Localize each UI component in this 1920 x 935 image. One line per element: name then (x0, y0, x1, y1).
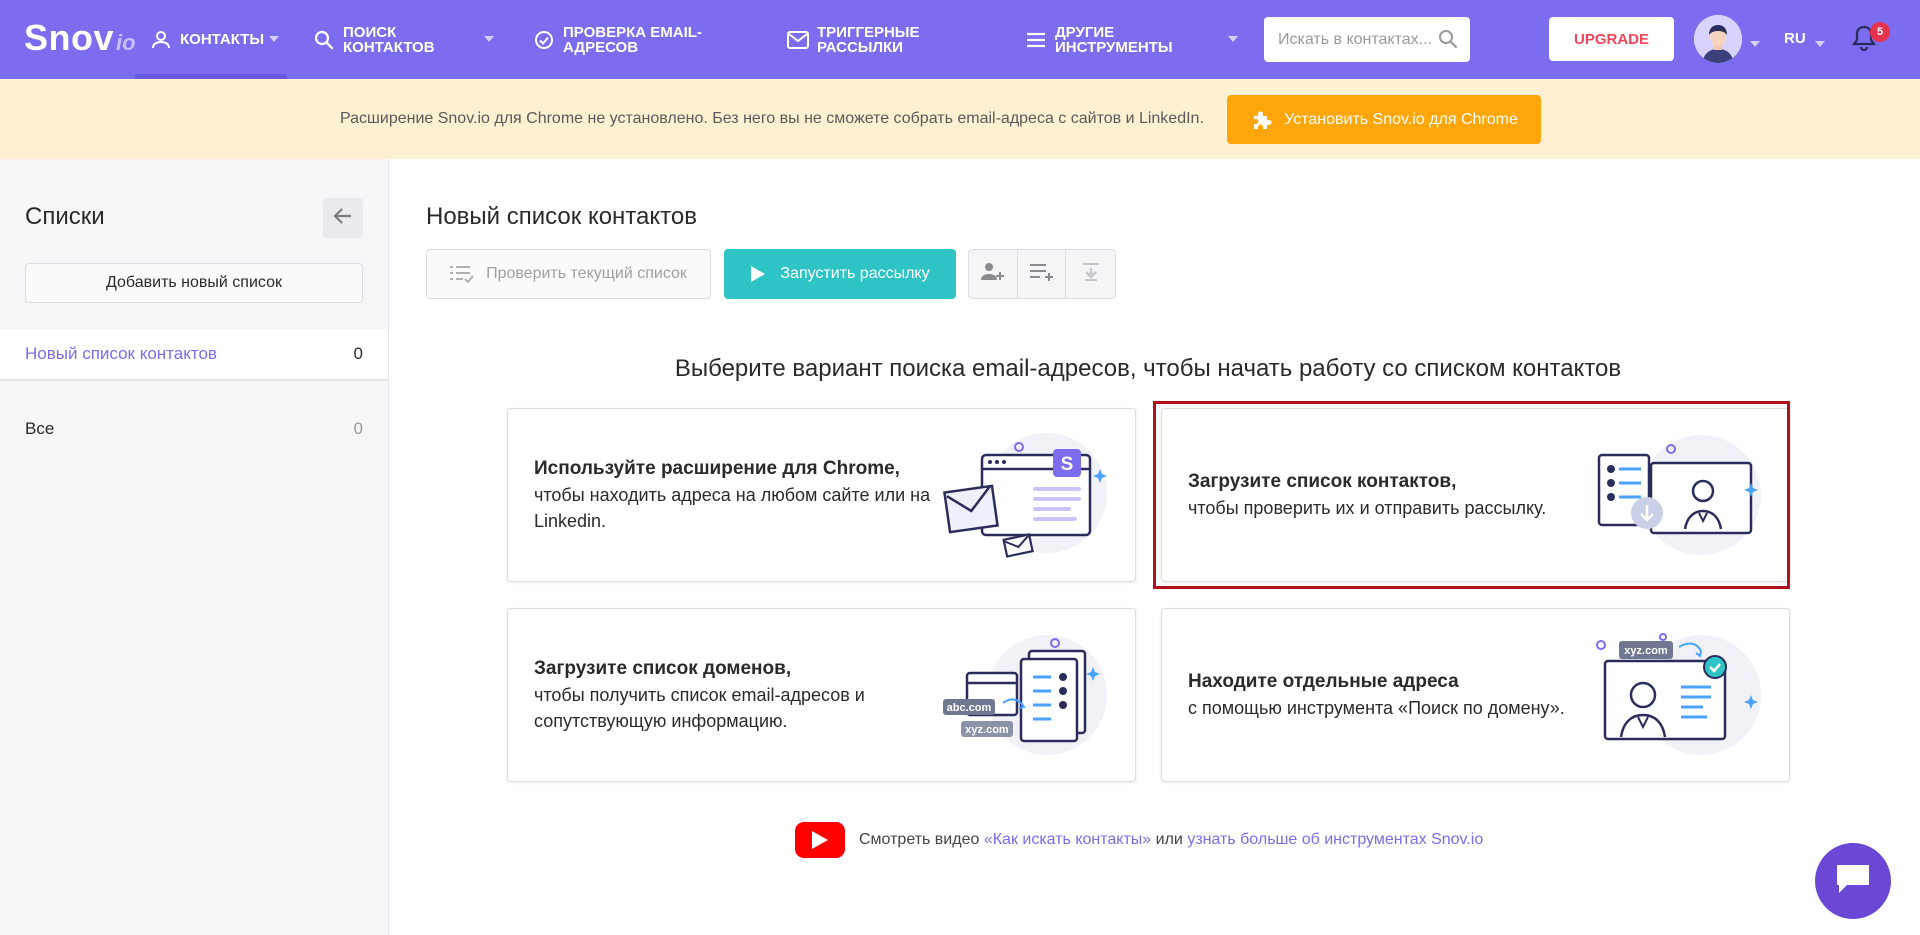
youtube-icon[interactable] (795, 822, 845, 858)
chevron-down-icon[interactable] (1815, 34, 1825, 52)
chrome-extension-illustration: S (937, 433, 1107, 559)
svg-text:xyz.com: xyz.com (1624, 645, 1668, 657)
user-plus-icon (980, 262, 1005, 287)
collapse-sidebar-button[interactable] (323, 198, 363, 238)
lists-sidebar: Списки Добавить новый список Новый списо… (0, 159, 389, 935)
card-upload-contacts[interactable]: Загрузите список контактов, чтобы провер… (1161, 408, 1790, 582)
puzzle-icon (1250, 108, 1274, 132)
list-count: 0 (353, 419, 363, 438)
notification-badge: 5 (1870, 22, 1890, 42)
language-selector[interactable]: RU (1784, 30, 1806, 47)
list-check-icon (450, 265, 474, 283)
domain-search-illustration: xyz.com (1591, 633, 1761, 759)
card-domain-search[interactable]: Находите отдельные адреса с помощью инст… (1161, 608, 1790, 782)
video-help-row: Смотреть видео «Как искать контакты» или… (795, 822, 1483, 858)
chat-widget-button[interactable] (1815, 843, 1891, 919)
upgrade-button[interactable]: UPGRADE (1549, 17, 1674, 61)
list-actions-group (968, 249, 1116, 299)
upload-contacts-illustration (1591, 433, 1761, 559)
top-navbar: Snov io КОНТАКТЫ ПОИСК КОНТАКТОВ ПРОВЕРКА… (0, 0, 1920, 79)
contacts-search-input[interactable] (1278, 30, 1438, 49)
svg-text:xyz.com: xyz.com (965, 724, 1009, 736)
nav-drip-campaigns[interactable]: ТРИГГЕРНЫЕ РАССЫЛКИ (787, 0, 920, 79)
install-extension-button[interactable]: Установить Snov.io для Chrome (1227, 95, 1541, 144)
extension-banner: Расширение Snov.io для Chrome не установ… (0, 79, 1920, 159)
sidebar-title: Списки (25, 203, 105, 230)
start-campaign-button[interactable]: Запустить рассылку (724, 249, 956, 299)
list-plus-icon (1029, 262, 1054, 287)
search-icon[interactable] (1438, 29, 1458, 54)
menu-icon (1025, 29, 1047, 51)
mail-icon (787, 29, 809, 51)
nav-other-tools[interactable]: ДРУГИЕ ИНСТРУМЕНТЫ (1025, 0, 1238, 79)
chat-icon (1835, 863, 1871, 900)
add-new-list-button[interactable]: Добавить новый список (25, 263, 363, 303)
upload-domains-illustration: abc.com xyz.com (937, 633, 1107, 759)
download-icon (1081, 262, 1101, 287)
svg-text:abc.com: abc.com (947, 702, 992, 714)
arrow-left-icon (333, 207, 352, 229)
tools-link[interactable]: узнать больше об инструментах Snov.io (1187, 831, 1483, 849)
page-title: Новый список контактов (426, 203, 697, 230)
nav-search-contacts[interactable]: ПОИСК КОНТАКТОВ (313, 0, 494, 79)
video-link[interactable]: «Как искать контакты» (984, 831, 1151, 849)
chevron-down-icon (1228, 34, 1238, 44)
svg-text:S: S (1061, 454, 1074, 475)
check-circle-icon (533, 29, 555, 51)
play-icon (750, 265, 766, 283)
banner-text: Расширение Snov.io для Chrome не установ… (340, 110, 1204, 127)
card-chrome-extension[interactable]: Используйте расширение для Chrome, чтобы… (507, 408, 1136, 582)
user-icon (150, 29, 172, 51)
chevron-down-icon[interactable] (1750, 34, 1760, 52)
search-icon (313, 29, 335, 51)
export-button[interactable] (1066, 250, 1115, 298)
snovio-logo[interactable]: Snov io (24, 17, 136, 59)
chevron-down-icon (269, 34, 279, 44)
add-to-list-button[interactable] (1018, 250, 1067, 298)
card-upload-domains[interactable]: Загрузите список доменов, чтобы получить… (507, 608, 1136, 782)
verify-list-button[interactable]: Проверить текущий список (426, 249, 711, 299)
avatar[interactable] (1694, 15, 1742, 63)
choose-method-heading: Выберите вариант поиска email-адресов, ч… (674, 355, 1622, 382)
contacts-search (1264, 17, 1470, 62)
nav-email-verifier[interactable]: ПРОВЕРКА EMAIL- АДРЕСОВ (533, 0, 702, 79)
nav-contacts[interactable]: КОНТАКТЫ (150, 0, 279, 79)
sidebar-list-all[interactable]: Все 0 (0, 403, 388, 455)
add-contact-button[interactable] (969, 250, 1018, 298)
chevron-down-icon (484, 34, 494, 44)
